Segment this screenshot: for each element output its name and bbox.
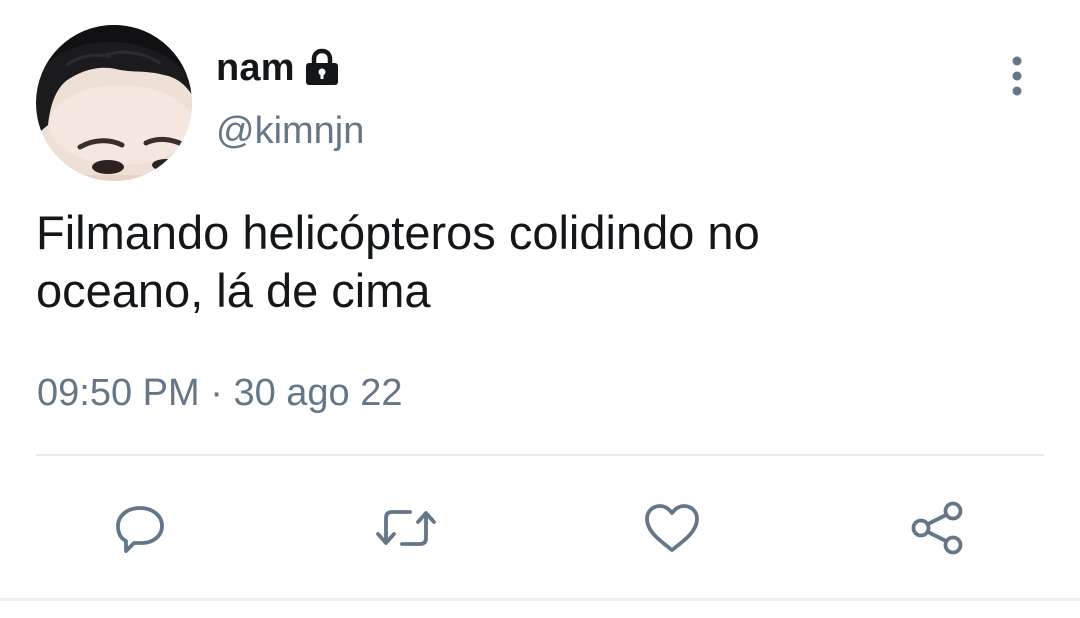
user-handle[interactable]: @kimnjn: [216, 110, 364, 153]
tweet-text-line-2: oceano, lá de cima: [36, 264, 431, 317]
display-name[interactable]: nam: [216, 47, 295, 90]
divider: [36, 454, 1044, 456]
retweet-button[interactable]: [374, 496, 438, 560]
share-icon: [911, 501, 963, 555]
avatar-image: [36, 25, 192, 181]
tweet-timestamp[interactable]: 09:50 PM · 30 ago 22: [37, 372, 403, 415]
tweet-date: 30 ago 22: [233, 372, 403, 414]
tweet-text: Filmando helicópteros colidindo no oceano…: [36, 204, 1016, 320]
bottom-divider: [0, 598, 1080, 601]
reply-button[interactable]: [108, 496, 172, 560]
reply-icon: [116, 506, 164, 553]
tweet-card: nam @kimnjn Filmando helicópteros colidi…: [0, 0, 1080, 618]
avatar[interactable]: [36, 25, 192, 181]
tweet-time: 09:50 PM: [37, 372, 200, 414]
tweet-text-line-1: Filmando helicópteros colidindo no: [36, 206, 760, 259]
timestamp-separator: ·: [210, 372, 223, 414]
retweet-icon: [376, 510, 436, 546]
heart-icon: [645, 504, 699, 552]
display-name-row: nam: [216, 42, 341, 94]
share-button[interactable]: [906, 496, 970, 560]
like-button[interactable]: [640, 496, 704, 560]
lock-icon: [303, 48, 341, 88]
more-vertical-icon[interactable]: [1002, 54, 1032, 98]
